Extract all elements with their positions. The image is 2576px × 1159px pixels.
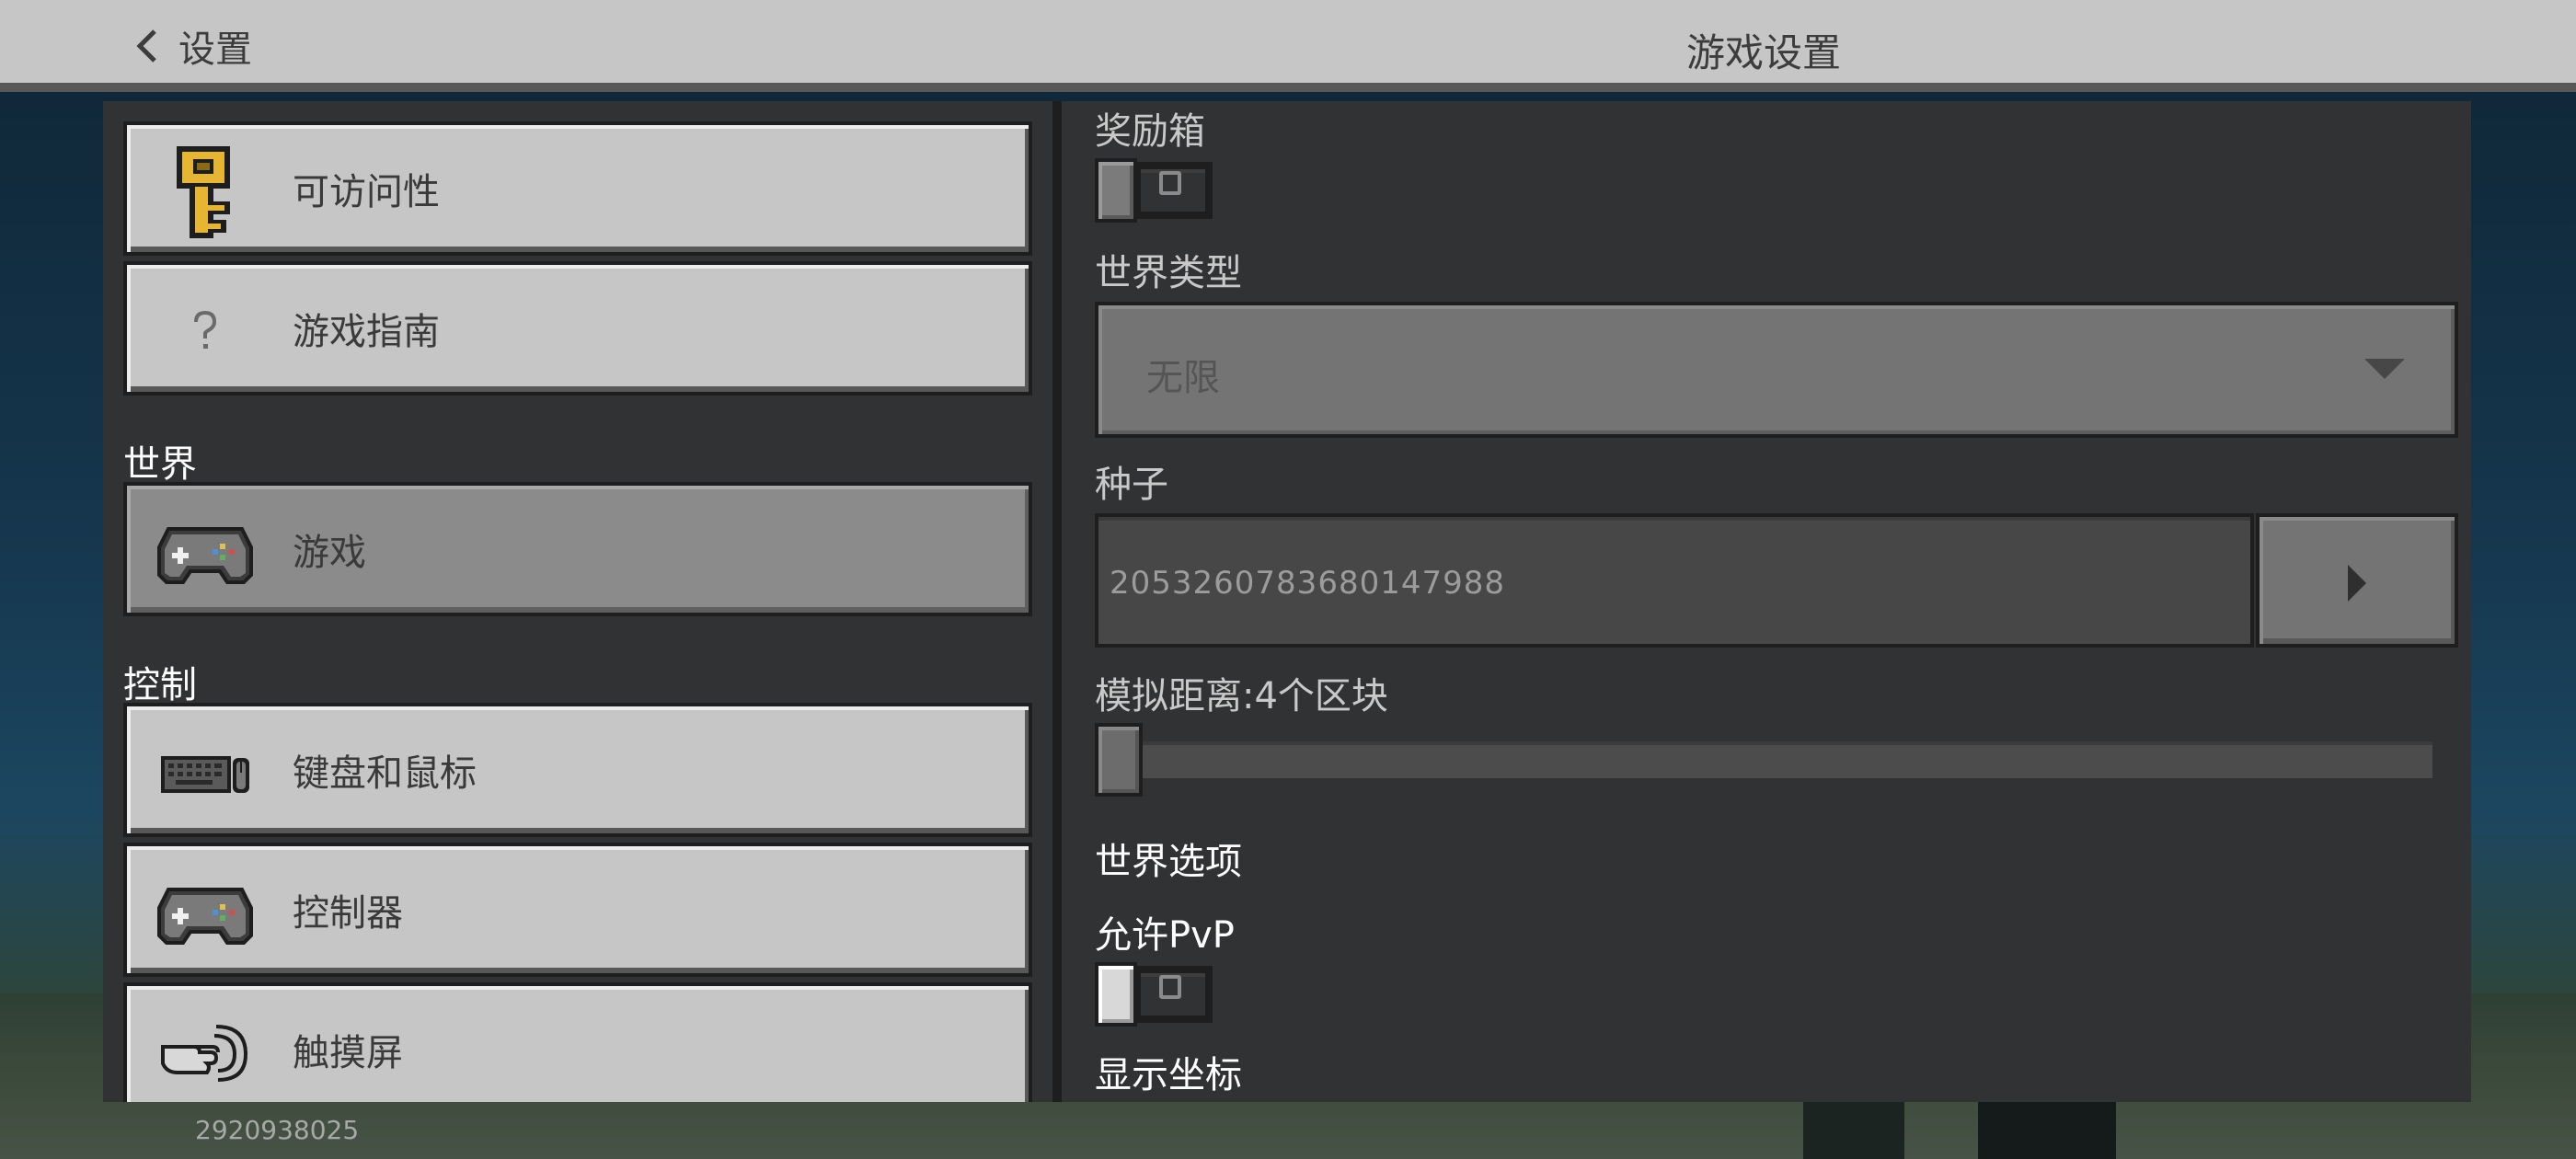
page-title: 游戏设置	[1685, 30, 1841, 75]
chevron-right-icon	[2348, 565, 2366, 602]
back-label: 设置	[178, 29, 252, 71]
world-options-heading: 世界选项	[1095, 841, 1242, 883]
sidebar-item-touchscreen[interactable]: 触摸屏	[123, 982, 1032, 1102]
settings-sidebar: 可访问性 游戏指南 世界 游戏 控制 键盘和鼠标 控制器 触摸屏	[103, 101, 1052, 1102]
chevron-left-icon	[129, 28, 166, 64]
gamepad-icon	[155, 863, 256, 964]
bonus-chest-toggle[interactable]	[1095, 158, 1213, 223]
question-icon	[155, 281, 256, 383]
bonus-chest-label: 奖励箱	[1095, 110, 1205, 153]
seed-label: 种子	[1095, 464, 1168, 506]
sidebar-item-label: 键盘和鼠标	[293, 752, 477, 795]
world-type-label: 世界类型	[1095, 252, 1242, 294]
sidebar-item-label: 控制器	[293, 892, 403, 935]
sidebar-item-keyboard-mouse[interactable]: 键盘和鼠标	[123, 703, 1032, 837]
panel-divider	[1052, 101, 1062, 1102]
slider-track	[1102, 741, 2432, 778]
world-type-dropdown[interactable]: 无限	[1095, 302, 2458, 438]
sidebar-item-game-guide[interactable]: 游戏指南	[123, 261, 1032, 396]
toggle-off-indicator	[1159, 975, 1181, 999]
sim-distance-label: 模拟距离:4个区块	[1095, 675, 1388, 717]
sidebar-item-label: 可访问性	[293, 171, 440, 213]
seed-input[interactable]: 2053260783680147988	[1095, 513, 2254, 648]
section-label-world: 世界	[123, 443, 197, 486]
header-bar: 设置 游戏设置	[0, 0, 2576, 92]
seed-value: 2053260783680147988	[1110, 565, 1506, 602]
build-id-text: 2920938025	[195, 1115, 360, 1145]
game-settings-panel: 奖励箱 世界类型 无限 种子 2053260783680147988 模拟距离:…	[1062, 101, 2471, 1102]
world-type-value: 无限	[1146, 357, 1220, 399]
allow-pvp-toggle[interactable]	[1095, 962, 1213, 1027]
key-icon	[155, 142, 256, 243]
section-label-controls: 控制	[123, 664, 197, 706]
sidebar-item-label: 游戏指南	[293, 311, 440, 353]
sim-distance-slider[interactable]	[1095, 723, 2444, 797]
sidebar-item-accessibility[interactable]: 可访问性	[123, 121, 1032, 256]
show-coordinates-label: 显示坐标	[1095, 1054, 1242, 1096]
keyboard-mouse-icon	[155, 723, 256, 824]
back-button[interactable]: 设置	[129, 20, 252, 72]
sidebar-item-game[interactable]: 游戏	[123, 482, 1032, 616]
allow-pvp-label: 允许PvP	[1095, 914, 1235, 957]
sidebar-item-label: 游戏	[293, 532, 366, 574]
sidebar-item-controller[interactable]: 控制器	[123, 843, 1032, 977]
seed-picker-button[interactable]	[2256, 513, 2458, 648]
toggle-knob	[1095, 962, 1137, 1027]
toggle-knob	[1095, 158, 1137, 223]
slider-thumb[interactable]	[1095, 723, 1143, 797]
toggle-off-indicator	[1159, 171, 1181, 195]
sidebar-item-label: 触摸屏	[293, 1032, 403, 1074]
chevron-down-icon	[2364, 359, 2405, 379]
gamepad-icon	[155, 502, 256, 603]
touch-hand-icon	[155, 1003, 256, 1102]
